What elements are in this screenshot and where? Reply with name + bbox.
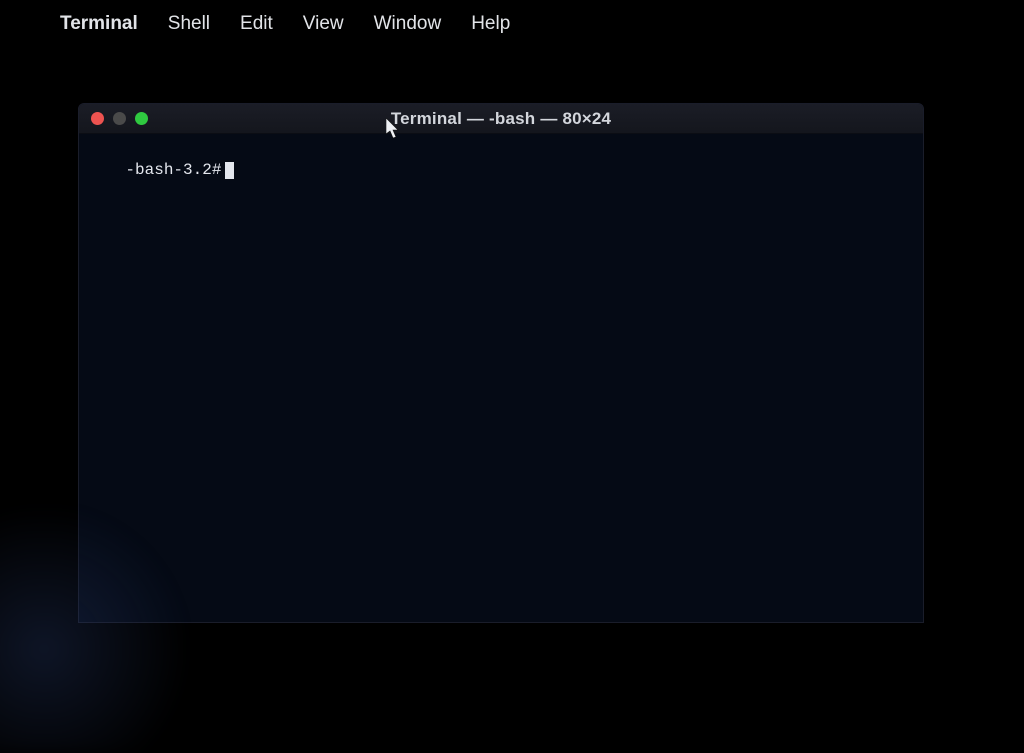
terminal-window[interactable]: Terminal — -bash — 80×24 -bash-3.2# — [78, 103, 924, 623]
menu-view[interactable]: View — [303, 13, 344, 35]
traffic-lights — [79, 112, 148, 125]
terminal-body[interactable]: -bash-3.2# — [79, 134, 923, 206]
screen-glare — [0, 493, 200, 753]
shell-prompt: -bash-3.2# — [125, 160, 221, 180]
prompt-line: -bash-3.2# — [125, 160, 234, 180]
menu-app-name[interactable]: Terminal — [60, 13, 138, 35]
window-titlebar[interactable]: Terminal — -bash — 80×24 — [79, 104, 923, 134]
window-title: Terminal — -bash — 80×24 — [79, 109, 923, 129]
menu-edit[interactable]: Edit — [240, 13, 273, 35]
text-cursor-icon — [225, 162, 234, 179]
menu-help[interactable]: Help — [471, 13, 510, 35]
close-icon[interactable] — [91, 112, 104, 125]
maximize-icon[interactable] — [135, 112, 148, 125]
menu-shell[interactable]: Shell — [168, 13, 210, 35]
menu-window[interactable]: Window — [374, 13, 442, 35]
menubar: Terminal Shell Edit View Window Help — [0, 0, 1024, 48]
minimize-icon[interactable] — [113, 112, 126, 125]
